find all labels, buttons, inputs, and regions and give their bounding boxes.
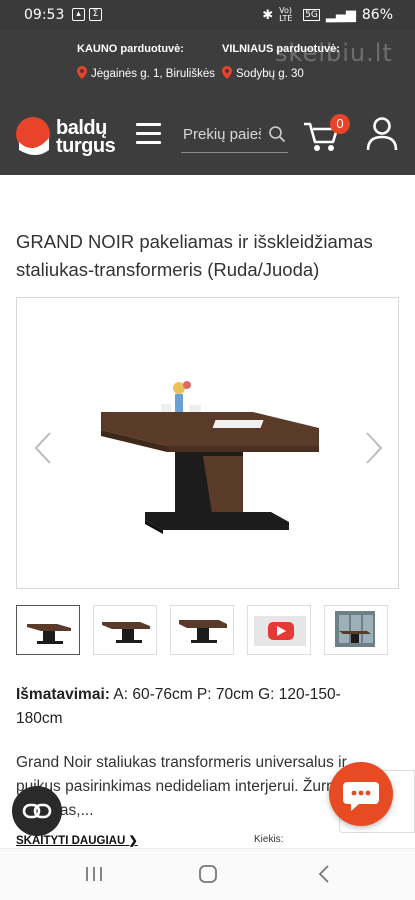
status-time: 09:53 [24, 7, 65, 23]
site-logo[interactable]: baldų turgus [16, 112, 120, 162]
thumbnail-1[interactable] [16, 605, 80, 655]
account-button[interactable] [366, 116, 398, 152]
store-address: Sodybų g. 30 [236, 68, 304, 80]
quantity-label: Kiekis: [254, 834, 284, 845]
product-title: GRAND NOIR pakeliamas ir išskleidžiamas … [16, 231, 373, 280]
logo-mark-icon [16, 117, 50, 155]
store-kaunas: KAUNO parduotuvė: Jėgainės g. 1, Biruliš… [77, 43, 215, 82]
chevron-left-icon[interactable] [33, 431, 53, 465]
battery-level: 86% [361, 7, 393, 23]
store-name: KAUNO parduotuvė: [77, 43, 184, 55]
search-icon[interactable] [268, 125, 286, 143]
chevron-right-icon: ❯ [128, 835, 138, 847]
product-description: Grand Noir staliukas transformeris unive… [16, 754, 370, 819]
5g-badge: 5G [303, 9, 320, 21]
store-address-link[interactable]: Jėgainės g. 1, Biruliškės [77, 66, 215, 82]
video-thumbnail[interactable] [247, 605, 311, 655]
status-right: ✱ Vo) LTE 5G ▂▄▆ 86% [262, 6, 393, 24]
gallery-thumbnails [16, 605, 399, 655]
bluetooth-icon: ✱ [262, 7, 274, 23]
app-notification-icon: Σ [89, 8, 102, 21]
map-pin-icon [222, 66, 232, 82]
back-icon[interactable] [313, 863, 337, 885]
play-video-icon [254, 616, 306, 646]
thumbnail-3[interactable] [170, 605, 234, 655]
thumbnail-image [179, 620, 227, 643]
dimensions-label: Išmatavimai: [16, 686, 110, 703]
map-pin-icon [77, 66, 87, 82]
thumbnail-image [335, 611, 375, 647]
store-vilnius: VILNIAUS parduotuvė: Sodybų g. 30 [222, 43, 340, 82]
store-address-link[interactable]: Sodybų g. 30 [222, 66, 340, 82]
notification-icons: ▴ Σ [72, 8, 102, 21]
home-icon[interactable] [196, 863, 220, 885]
photos-notification-icon: ▴ [72, 8, 85, 21]
user-icon [366, 117, 398, 151]
cart-count-badge: 0 [330, 114, 350, 134]
chevron-right-icon[interactable] [364, 431, 384, 465]
chat-bubble-icon [343, 782, 379, 811]
product-image [101, 381, 319, 534]
site-header: skelbiu.lt KAUNO parduotuvė: Jėgainės g.… [0, 30, 415, 175]
thumbnail-2[interactable] [93, 605, 157, 655]
thumbnail-5[interactable] [324, 605, 388, 655]
thumbnail-image [27, 624, 71, 644]
logo-text-line2: turgus [56, 135, 116, 157]
thumbnail-image [102, 622, 150, 643]
network-label: Vo) LTE [279, 6, 293, 23]
search-box [181, 117, 288, 153]
store-address: Jėgainės g. 1, Biruliškės [91, 68, 216, 80]
chat-button[interactable] [329, 762, 393, 826]
product-image-gallery[interactable] [16, 297, 399, 589]
recent-apps-icon[interactable] [82, 863, 106, 885]
system-navigation-bar [0, 848, 415, 900]
link-icon [22, 803, 52, 819]
accessibility-button[interactable] [12, 786, 62, 836]
store-name: VILNIAUS parduotuvė: [222, 43, 340, 55]
search-input[interactable] [181, 117, 261, 151]
cart-button[interactable]: 0 [302, 114, 350, 156]
signal-icon: ▂▄▆ [325, 7, 356, 23]
menu-icon[interactable] [136, 123, 161, 145]
read-more-label: SKAITYTI DAUGIAU [16, 835, 126, 847]
status-bar: 09:53 ▴ Σ ✱ Vo) LTE 5G ▂▄▆ 86% [0, 0, 415, 30]
product-dimensions: Išmatavimai: A: 60-76cm P: 70cm G: 120-1… [16, 683, 376, 731]
